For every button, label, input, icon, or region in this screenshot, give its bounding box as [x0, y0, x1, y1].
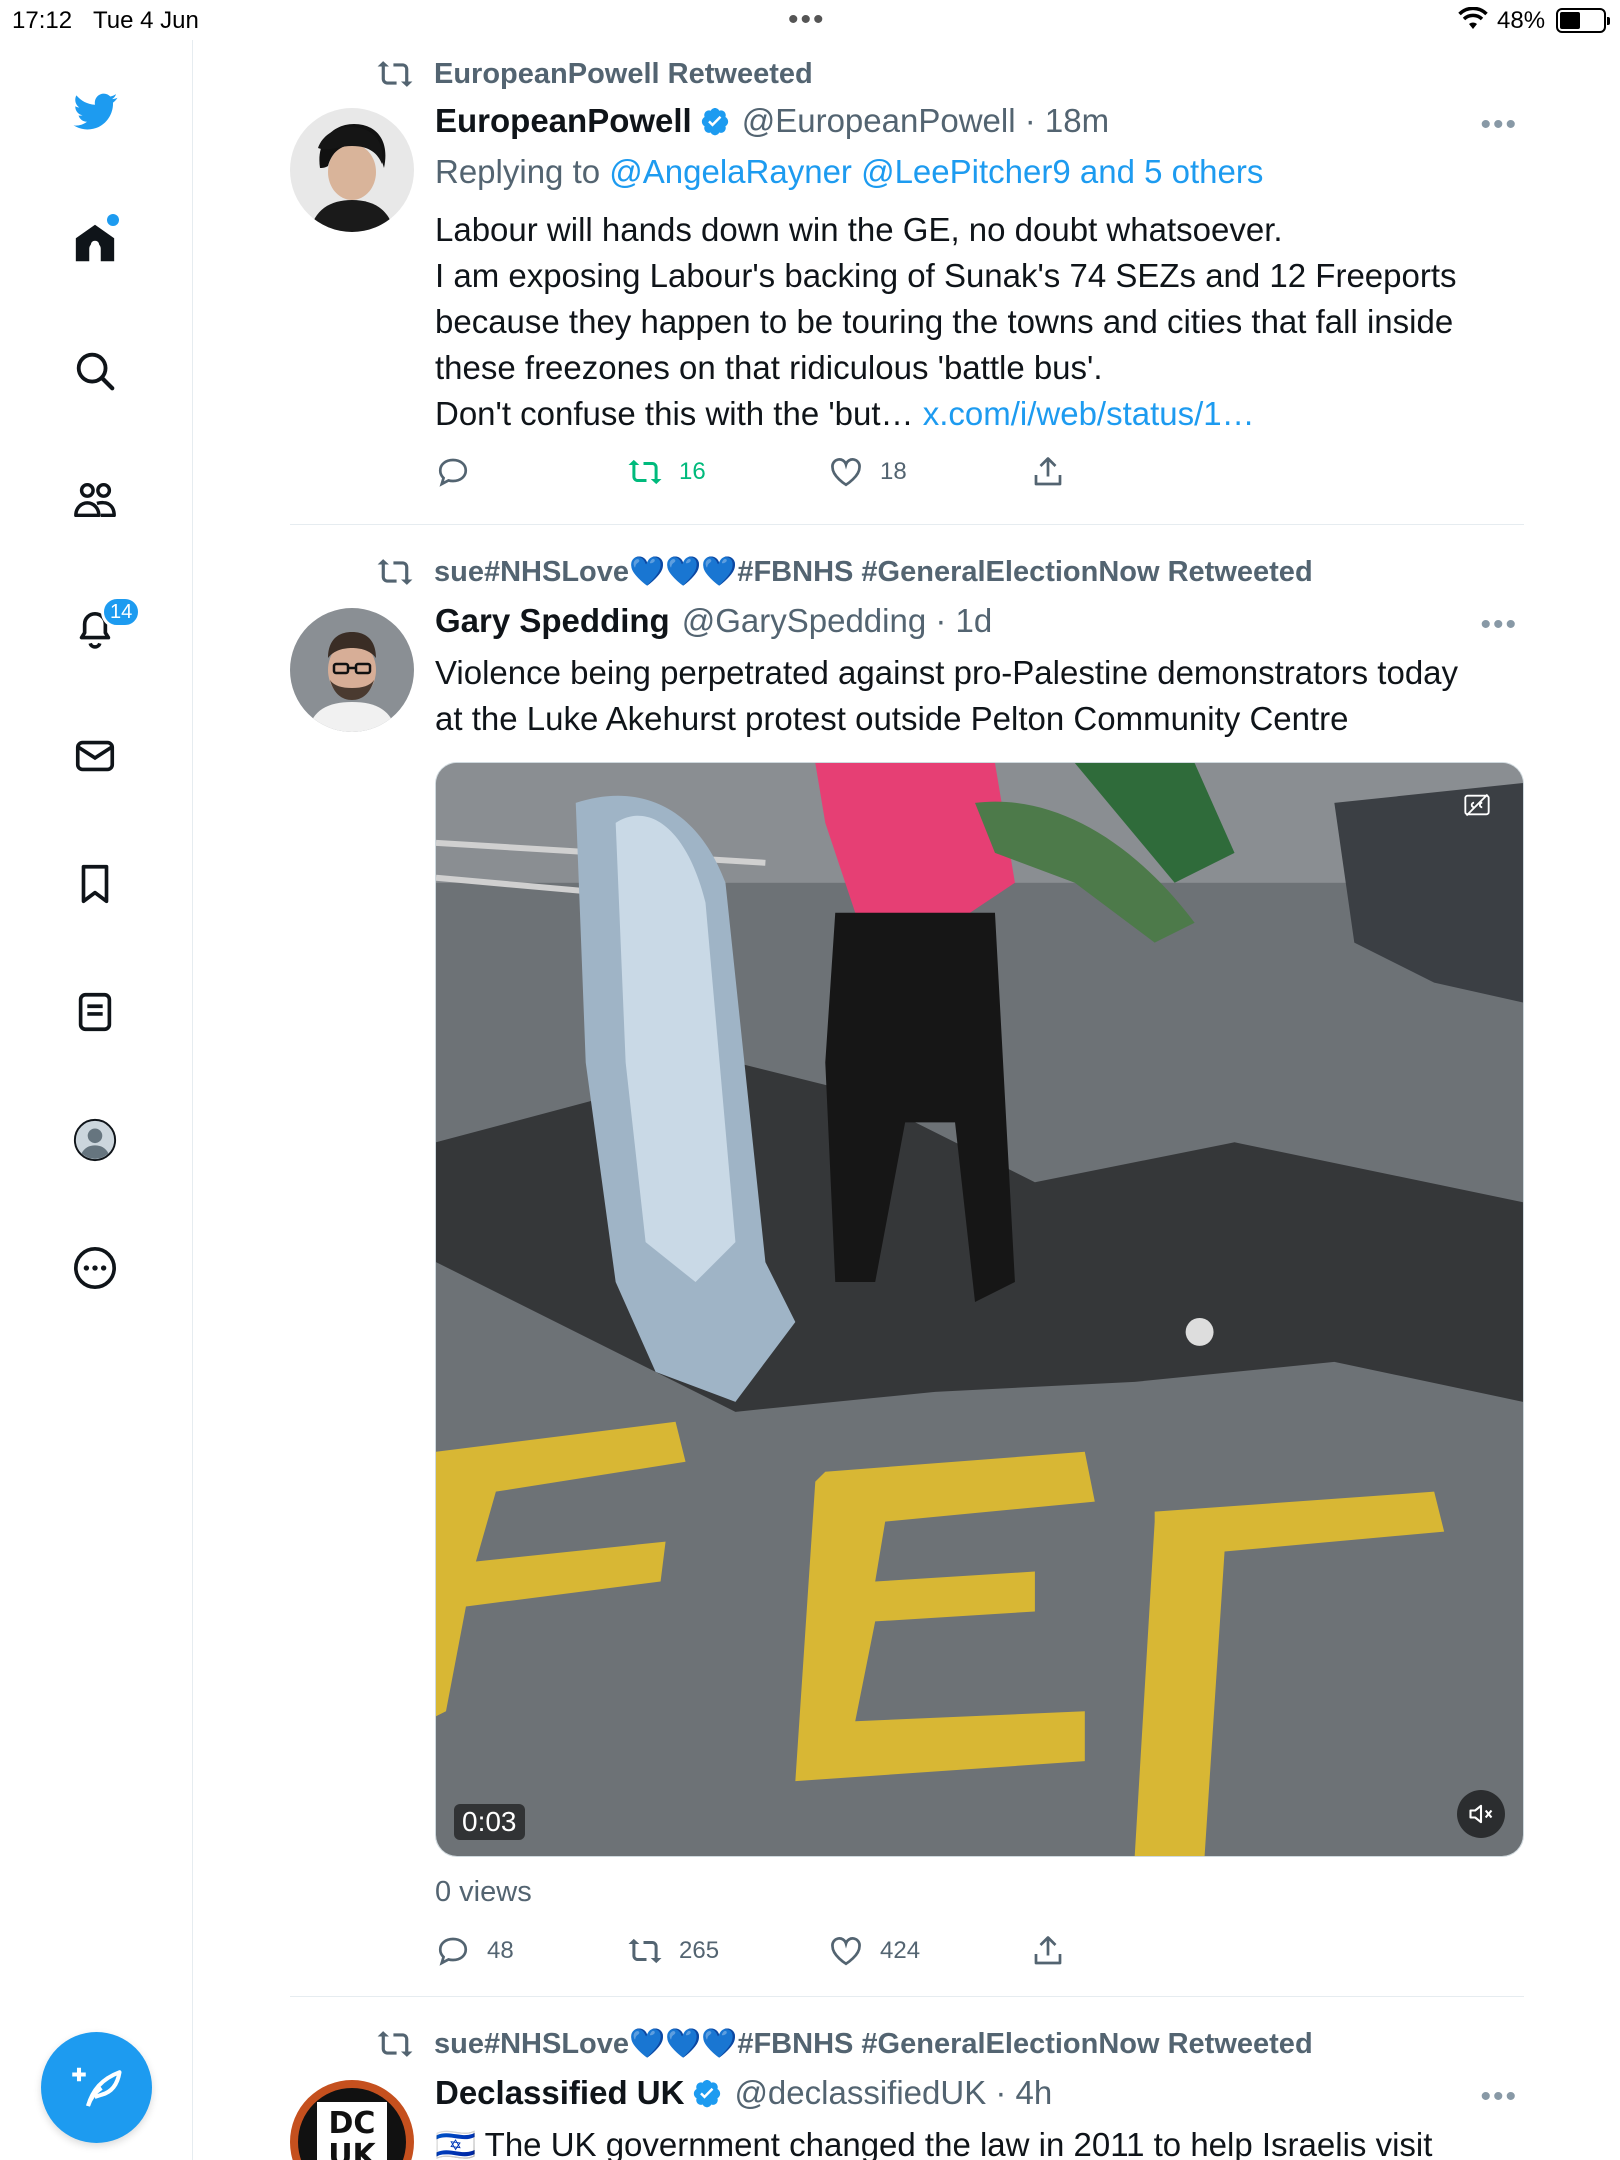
retweet-count: 265: [679, 1937, 720, 1964]
tweet-text: 🇮🇱 The UK government changed the law in …: [435, 2122, 1524, 2160]
like-count: 424: [880, 1937, 921, 1964]
battery-icon: [1556, 8, 1610, 33]
tweet-more-icon[interactable]: •••: [1480, 108, 1518, 142]
retweet-context-icon: [377, 559, 413, 585]
tweet-more-icon[interactable]: •••: [1480, 608, 1518, 642]
avatar[interactable]: DC UK: [290, 2080, 414, 2160]
tweet-actions: 16 18: [435, 454, 1335, 498]
share-button[interactable]: [1030, 454, 1082, 490]
tweet-actions: 48 265 424: [435, 1933, 1335, 1977]
reply-button[interactable]: [435, 454, 487, 490]
heart-icon: [831, 458, 861, 487]
muted-speaker-icon: [1469, 1804, 1493, 1824]
author-name[interactable]: Gary Spedding: [435, 602, 670, 640]
retweet-context-icon: [377, 61, 413, 87]
video-frame: [436, 763, 1523, 1856]
reply-button[interactable]: 48: [435, 1933, 514, 1969]
compose-icon: [71, 2067, 122, 2107]
status-bar: 17:12 Tue 4 Jun ••• 48%: [0, 0, 1620, 40]
tweet-text-line: because they happen to be touring the to…: [435, 303, 1454, 340]
lists-icon[interactable]: [69, 986, 121, 1038]
author-handle-time[interactable]: @EuropeanPowell · 18m: [742, 102, 1109, 140]
replying-to: Replying to @AngelaRayner @LeePitcher9 a…: [435, 153, 1263, 191]
retweeted-by-label: EuropeanPowell Retweeted: [434, 57, 813, 90]
author-handle-time[interactable]: @GarySpedding · 1d: [682, 602, 993, 640]
twitter-logo-icon[interactable]: [69, 86, 121, 138]
bookmarks-icon[interactable]: [69, 858, 121, 910]
author-name[interactable]: EuropeanPowell: [435, 102, 692, 140]
tweet-text-line: I am exposing Labour's backing of Sunak'…: [435, 257, 1457, 294]
tweet-text-line: at the Luke Akehurst protest outside Pel…: [435, 700, 1349, 737]
tweet-text: Labour will hands down win the GE, no do…: [435, 207, 1525, 437]
mute-button[interactable]: [1457, 1790, 1505, 1838]
retweet-button[interactable]: 16: [627, 454, 706, 490]
tweet-header: Declassified UK @declassifiedUK · 4h: [435, 2074, 1052, 2112]
battery-percentage: 48%: [1497, 7, 1546, 34]
tweet-header: Gary Spedding @GarySpedding · 1d: [435, 602, 992, 640]
communities-icon[interactable]: [69, 474, 121, 526]
retweeted-by-label: sue#NHSLove💙💙💙#FBNHS #GeneralElectionNow…: [434, 556, 1313, 588]
avatar[interactable]: [290, 608, 414, 732]
replying-to-label: Replying to: [435, 153, 601, 190]
tweet[interactable]: sue#NHSLove💙💙💙#FBNHS #GeneralElectionNow…: [290, 540, 1524, 1990]
tweet-more-icon[interactable]: •••: [1480, 2080, 1518, 2114]
tweet-text-line: Labour will hands down win the GE, no do…: [435, 211, 1283, 248]
retweet-icon: [628, 1938, 662, 1964]
status-time: 17:12: [12, 7, 73, 34]
home-new-dot: [107, 214, 119, 226]
profile-icon[interactable]: [69, 1114, 121, 1166]
retweet-icon: [628, 459, 662, 485]
tweet-text-line: 🇮🇱 The UK government changed the law in …: [435, 2126, 1433, 2160]
replying-to-users[interactable]: @AngelaRayner @LeePitcher9 and 5 others: [609, 153, 1263, 190]
compose-tweet-button[interactable]: [41, 2032, 152, 2143]
tweet[interactable]: EuropeanPowell Retweeted EuropeanPowell …: [290, 40, 1524, 530]
reply-count: 48: [487, 1937, 514, 1964]
retweet-button[interactable]: 265: [627, 1933, 719, 1969]
author-handle-time[interactable]: @declassifiedUK · 4h: [734, 2074, 1052, 2112]
share-button[interactable]: [1030, 1933, 1082, 1969]
retweet-context-icon: [377, 2031, 413, 2057]
verified-badge-icon: [701, 108, 728, 136]
messages-icon[interactable]: [69, 730, 121, 782]
share-icon: [1034, 1936, 1062, 1965]
tweet-text: Violence being perpetrated against pro-P…: [435, 650, 1525, 742]
tweet-text-line: Don't confuse this with the 'but… x.com/…: [435, 395, 1255, 432]
retweet-context: sue#NHSLove💙💙💙#FBNHS #GeneralElectionNow…: [376, 552, 1313, 592]
more-icon[interactable]: [69, 1242, 121, 1294]
retweet-context: EuropeanPowell Retweeted: [376, 54, 813, 94]
tweet-divider: [290, 524, 1524, 525]
tweet-text-line: these freezones on that ridiculous 'batt…: [435, 349, 1103, 386]
avatar[interactable]: [290, 108, 414, 232]
tweet[interactable]: sue#NHSLove💙💙💙#FBNHS #GeneralElectionNow…: [290, 2012, 1524, 2160]
like-button[interactable]: 424: [828, 1933, 920, 1969]
share-icon: [1034, 457, 1062, 486]
sidebar: 14: [0, 40, 193, 2160]
video-player[interactable]: 0:03: [435, 762, 1524, 1857]
like-button[interactable]: 18: [828, 454, 907, 490]
reply-icon: [438, 458, 468, 487]
retweeted-by-label: sue#NHSLove💙💙💙#FBNHS #GeneralElectionNow…: [434, 2028, 1313, 2060]
captions-icon[interactable]: [1461, 791, 1493, 819]
tweet-header: EuropeanPowell @EuropeanPowell · 18m: [435, 102, 1109, 140]
reply-icon: [438, 1937, 468, 1966]
view-count: 0 views: [435, 1876, 532, 1908]
video-duration: 0:03: [454, 1804, 525, 1840]
tweet-link[interactable]: x.com/i/web/status/1…: [923, 395, 1255, 432]
retweet-count: 16: [679, 458, 706, 485]
multitasking-dots-icon[interactable]: •••: [788, 3, 826, 37]
tweet-text-line: Violence being perpetrated against pro-P…: [435, 654, 1459, 691]
search-icon[interactable]: [69, 345, 121, 397]
tweet-divider: [290, 1996, 1524, 1997]
author-name[interactable]: Declassified UK: [435, 2074, 684, 2112]
avatar-logo-text: DC UK: [317, 2102, 387, 2160]
heart-icon: [831, 1937, 861, 1966]
like-count: 18: [880, 458, 907, 485]
verified-badge-icon: [694, 2080, 721, 2108]
retweet-context: sue#NHSLove💙💙💙#FBNHS #GeneralElectionNow…: [376, 2024, 1313, 2064]
status-date: Tue 4 Jun: [93, 7, 199, 34]
wifi-icon: [1458, 6, 1488, 38]
notifications-badge: 14: [101, 596, 142, 628]
